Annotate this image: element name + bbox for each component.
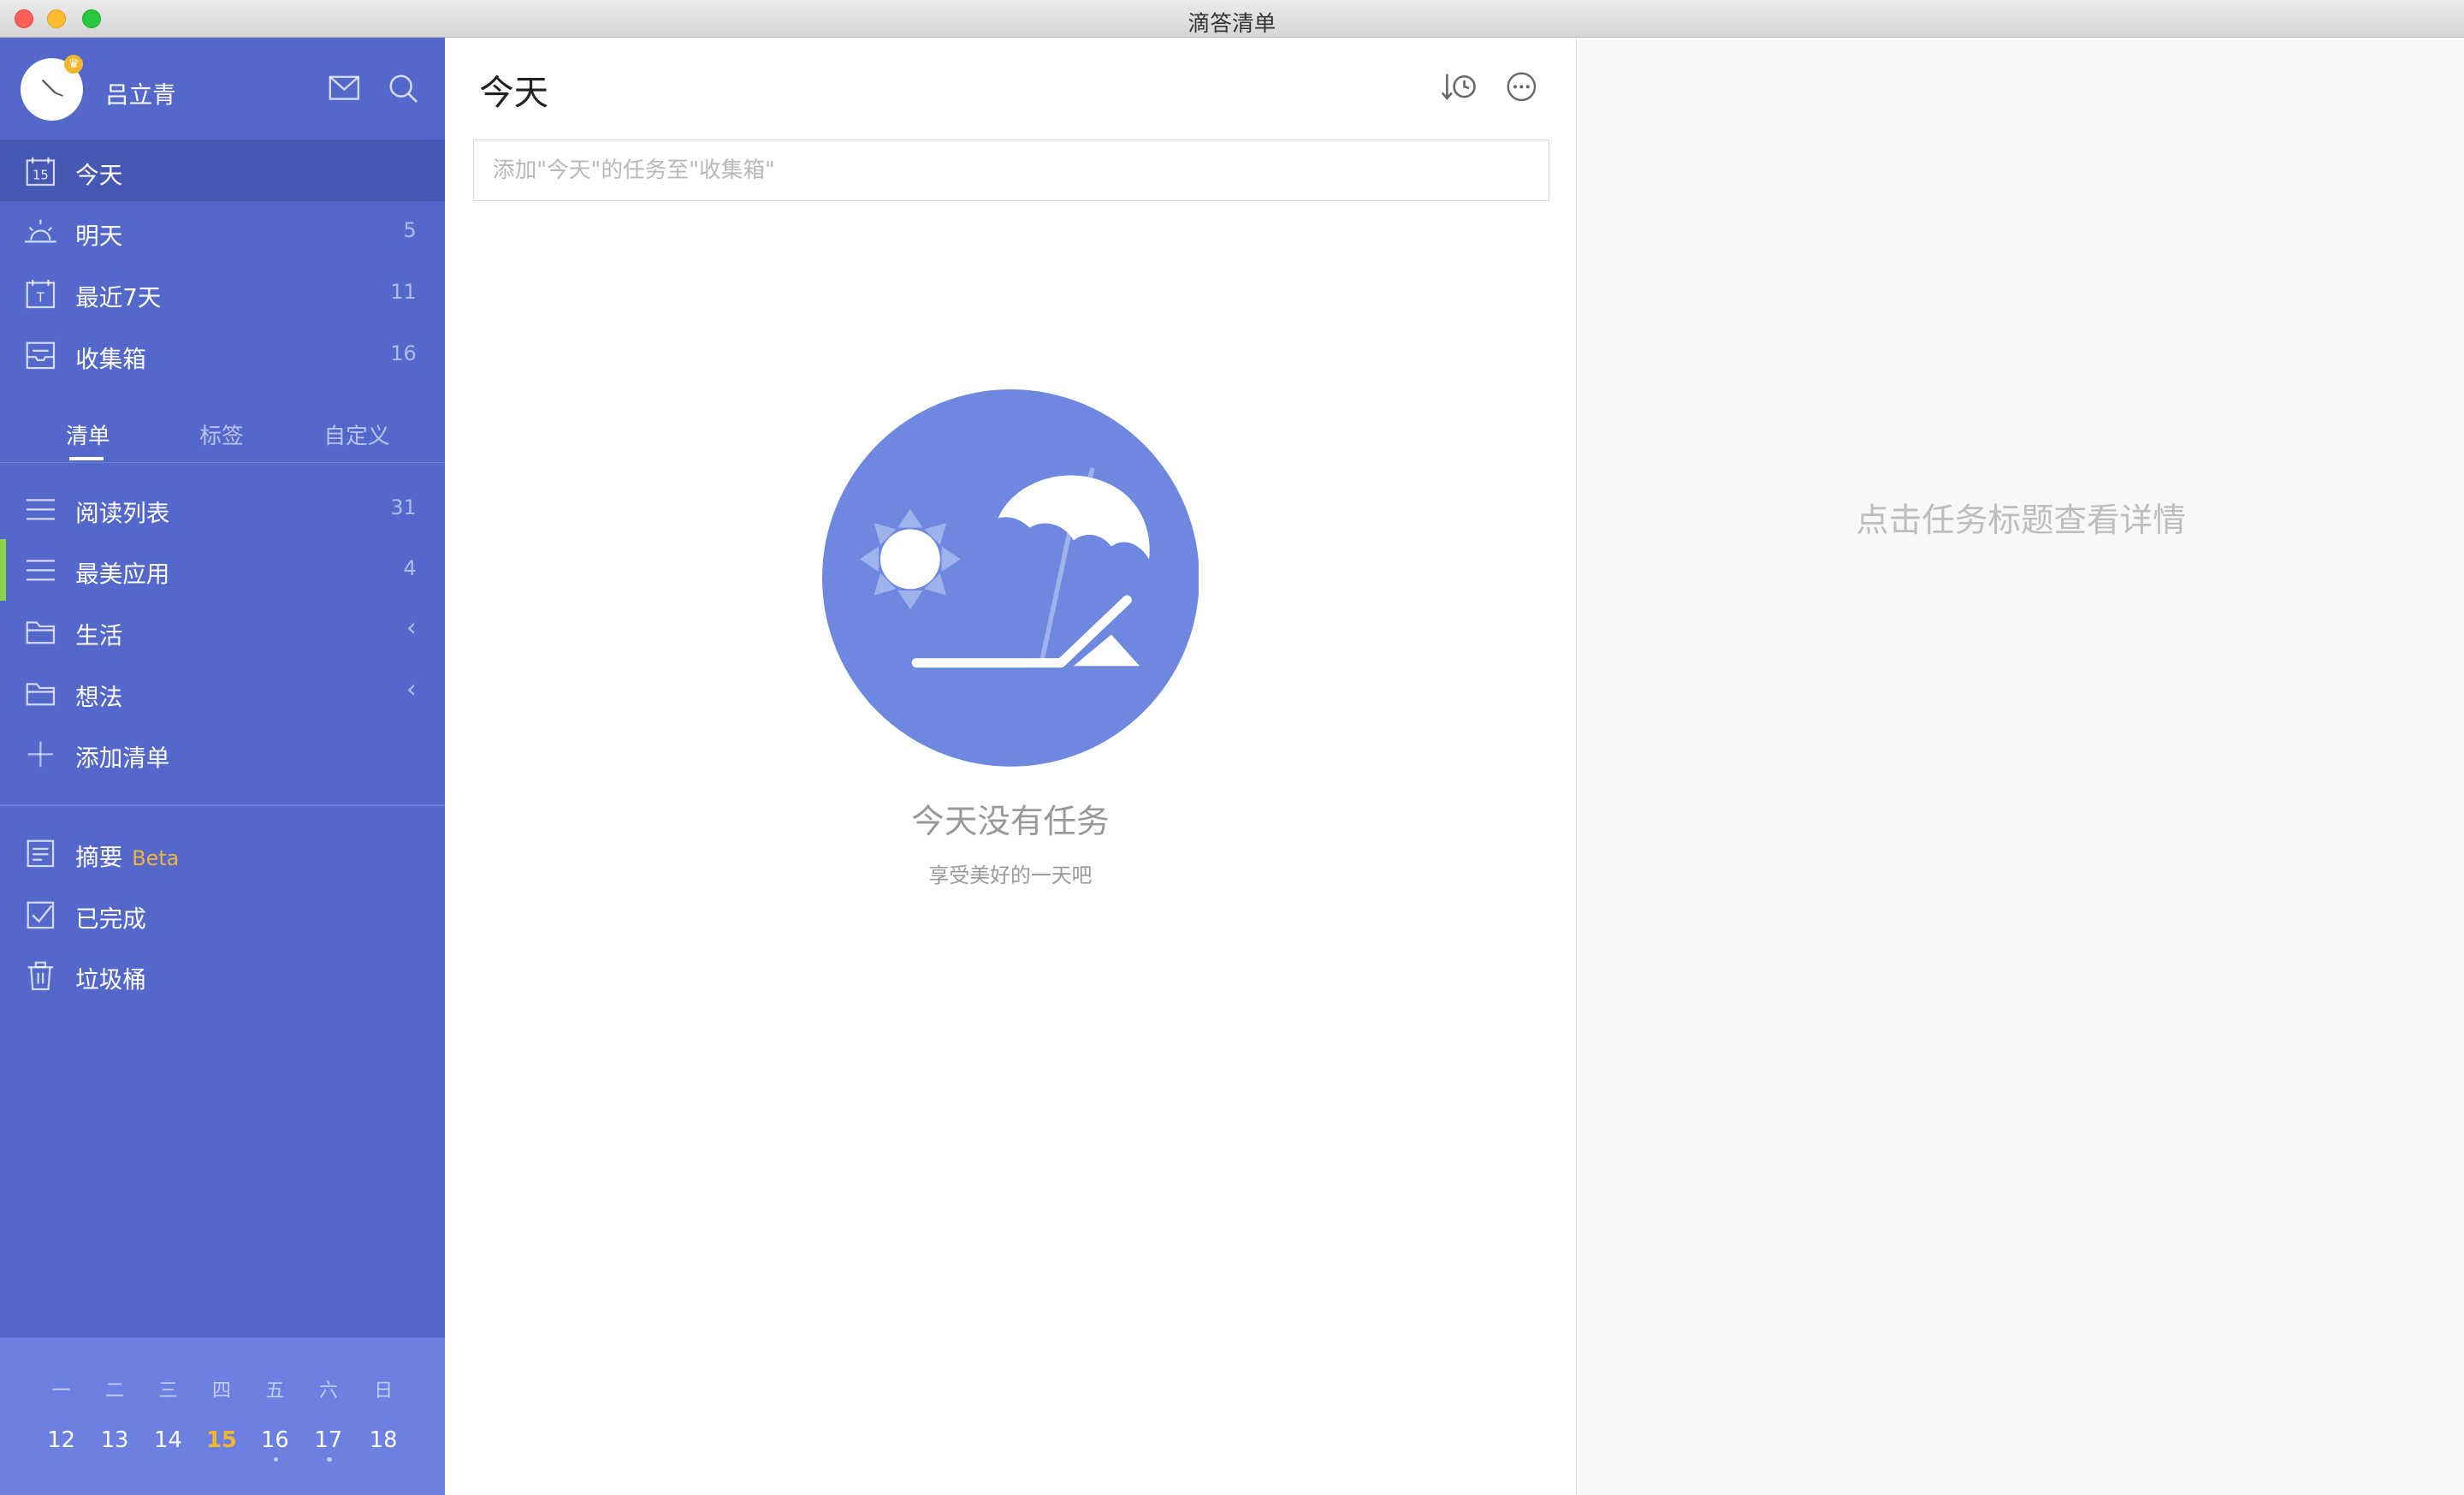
chevron-left-icon[interactable]: ‹ bbox=[406, 674, 417, 703]
weekday-label: 三 bbox=[158, 1380, 178, 1403]
profile-header: ♛ 吕立青 bbox=[0, 38, 445, 139]
sort-by-time-icon[interactable] bbox=[1441, 69, 1478, 104]
calendar-day[interactable]: 18 bbox=[360, 1427, 407, 1453]
tab-tags[interactable]: 标签 bbox=[199, 418, 243, 450]
sidebar-folder-ideas[interactable]: 想法 ‹ bbox=[0, 661, 445, 723]
more-options-icon[interactable] bbox=[1506, 71, 1537, 103]
sidebar-item-reading-list[interactable]: 阅读列表 31 bbox=[0, 478, 445, 539]
sidebar-item-count: 16 bbox=[390, 341, 417, 365]
beta-badge: Beta bbox=[132, 845, 180, 870]
checkbox-icon bbox=[27, 901, 55, 928]
sidebar-item-best-apps[interactable]: 最美应用 4 bbox=[0, 538, 445, 601]
sidebar-item-count: 31 bbox=[390, 495, 417, 519]
calendar-day[interactable]: 17 bbox=[305, 1427, 352, 1453]
weekday-label: 四 bbox=[211, 1380, 231, 1403]
trash-icon bbox=[28, 961, 54, 991]
sidebar-item-completed[interactable]: 已完成 bbox=[0, 883, 445, 945]
sidebar-folder-life[interactable]: 生活 ‹ bbox=[0, 601, 445, 662]
weekday-label: 一 bbox=[51, 1380, 71, 1403]
detail-placeholder: 点击任务标题查看详情 bbox=[1856, 501, 2186, 540]
calendar-day[interactable]: 14 bbox=[145, 1427, 192, 1453]
page-title: 今天 bbox=[479, 72, 548, 114]
mail-icon[interactable] bbox=[329, 75, 360, 100]
svg-text:15: 15 bbox=[33, 168, 49, 182]
sidebar-item-next-7-days[interactable]: T 最近7天 11 bbox=[0, 263, 445, 324]
sidebar-item-label: 阅读列表 bbox=[75, 499, 170, 527]
sidebar: ♛ 吕立青 15 今天 明天 5 T 最近7天 11 收集箱 16 清单 标签 … bbox=[0, 38, 445, 1495]
tab-custom[interactable]: 自定义 bbox=[323, 418, 389, 450]
list-color-bar bbox=[0, 538, 7, 601]
weekday-label: 六 bbox=[318, 1380, 338, 1403]
add-task-input[interactable] bbox=[472, 139, 1549, 202]
calendar-day[interactable]: 12 bbox=[38, 1427, 85, 1453]
svg-text:T: T bbox=[36, 291, 44, 306]
weekday-label: 二 bbox=[105, 1380, 125, 1403]
sidebar-item-summary[interactable]: 摘要 Beta bbox=[0, 822, 445, 884]
beach-umbrella-illustration bbox=[821, 389, 1199, 768]
empty-state-title: 今天没有任务 bbox=[911, 803, 1110, 842]
tab-active-indicator bbox=[68, 457, 104, 461]
sidebar-item-label: 收集箱 bbox=[75, 345, 146, 373]
sidebar-item-label: 添加清单 bbox=[75, 745, 170, 773]
sidebar-item-label: 想法 bbox=[75, 683, 123, 711]
sidebar-item-label: 已完成 bbox=[75, 905, 146, 933]
sidebar-item-label: 垃圾桶 bbox=[75, 966, 146, 994]
summary-label: 摘要 bbox=[75, 843, 123, 871]
sidebar-item-label: 最美应用 bbox=[75, 561, 170, 589]
app-window: 滴答清单 ♛ 吕立青 15 今天 明天 5 T 最近7天 11 收集箱 16 清… bbox=[0, 0, 2464, 1495]
sidebar-item-label: 今天 bbox=[75, 161, 123, 189]
plus-icon bbox=[28, 741, 54, 768]
sidebar-item-today[interactable]: 15 今天 bbox=[0, 139, 445, 202]
sidebar-item-label: 生活 bbox=[75, 621, 123, 650]
calendar-day-today[interactable]: 15 bbox=[198, 1427, 245, 1453]
sidebar-item-tomorrow[interactable]: 明天 5 bbox=[0, 201, 445, 263]
sidebar-item-count: 4 bbox=[403, 556, 417, 581]
summary-icon bbox=[27, 839, 55, 868]
weekday-label: 日 bbox=[374, 1380, 394, 1403]
username: 吕立青 bbox=[105, 81, 176, 110]
task-detail-panel: 点击任务标题查看详情 bbox=[1578, 38, 2464, 1495]
task-dot-indicator bbox=[327, 1456, 332, 1462]
list-icon bbox=[27, 498, 56, 520]
calendar-week-icon: T bbox=[27, 279, 56, 309]
calendar-day[interactable]: 16 bbox=[252, 1427, 299, 1453]
sidebar-divider bbox=[0, 804, 445, 807]
folder-icon bbox=[27, 682, 56, 705]
calendar-day-icon: 15 bbox=[27, 157, 56, 186]
sunrise-icon bbox=[25, 220, 57, 243]
sidebar-item-trash[interactable]: 垃圾桶 bbox=[0, 945, 445, 1006]
task-dot-indicator bbox=[273, 1456, 279, 1462]
sidebar-item-count: 11 bbox=[390, 279, 417, 304]
sidebar-item-count: 5 bbox=[403, 218, 417, 243]
add-list-button[interactable]: 添加清单 bbox=[0, 723, 445, 785]
mini-calendar: 一 二 三 四 五 六 日 12 13 14 15 16 17 18 bbox=[0, 1338, 445, 1495]
weekday-label: 五 bbox=[265, 1380, 285, 1403]
sidebar-item-inbox[interactable]: 收集箱 16 bbox=[0, 323, 445, 385]
tab-lists[interactable]: 清单 bbox=[66, 418, 110, 450]
sidebar-item-label: 最近7天 bbox=[75, 284, 162, 312]
empty-state-subtitle: 享受美好的一天吧 bbox=[928, 863, 1093, 887]
search-icon[interactable] bbox=[388, 74, 418, 104]
folder-icon bbox=[27, 621, 56, 644]
list-tabs: 清单 标签 自定义 bbox=[0, 406, 445, 463]
list-icon bbox=[27, 560, 56, 581]
window-title: 滴答清单 bbox=[1188, 11, 1276, 38]
task-list-panel: 今天 添加"今天"的任务至"收集箱" 今天没有任务 享受美好的一天吧 bbox=[444, 38, 1578, 1495]
sidebar-item-label: 摘要 Beta bbox=[75, 838, 179, 872]
calendar-day[interactable]: 13 bbox=[92, 1427, 139, 1453]
sidebar-item-label: 明天 bbox=[75, 222, 123, 251]
chevron-left-icon[interactable]: ‹ bbox=[406, 613, 417, 642]
title-bar: 滴答清单 bbox=[0, 0, 2464, 39]
inbox-icon bbox=[27, 341, 56, 369]
